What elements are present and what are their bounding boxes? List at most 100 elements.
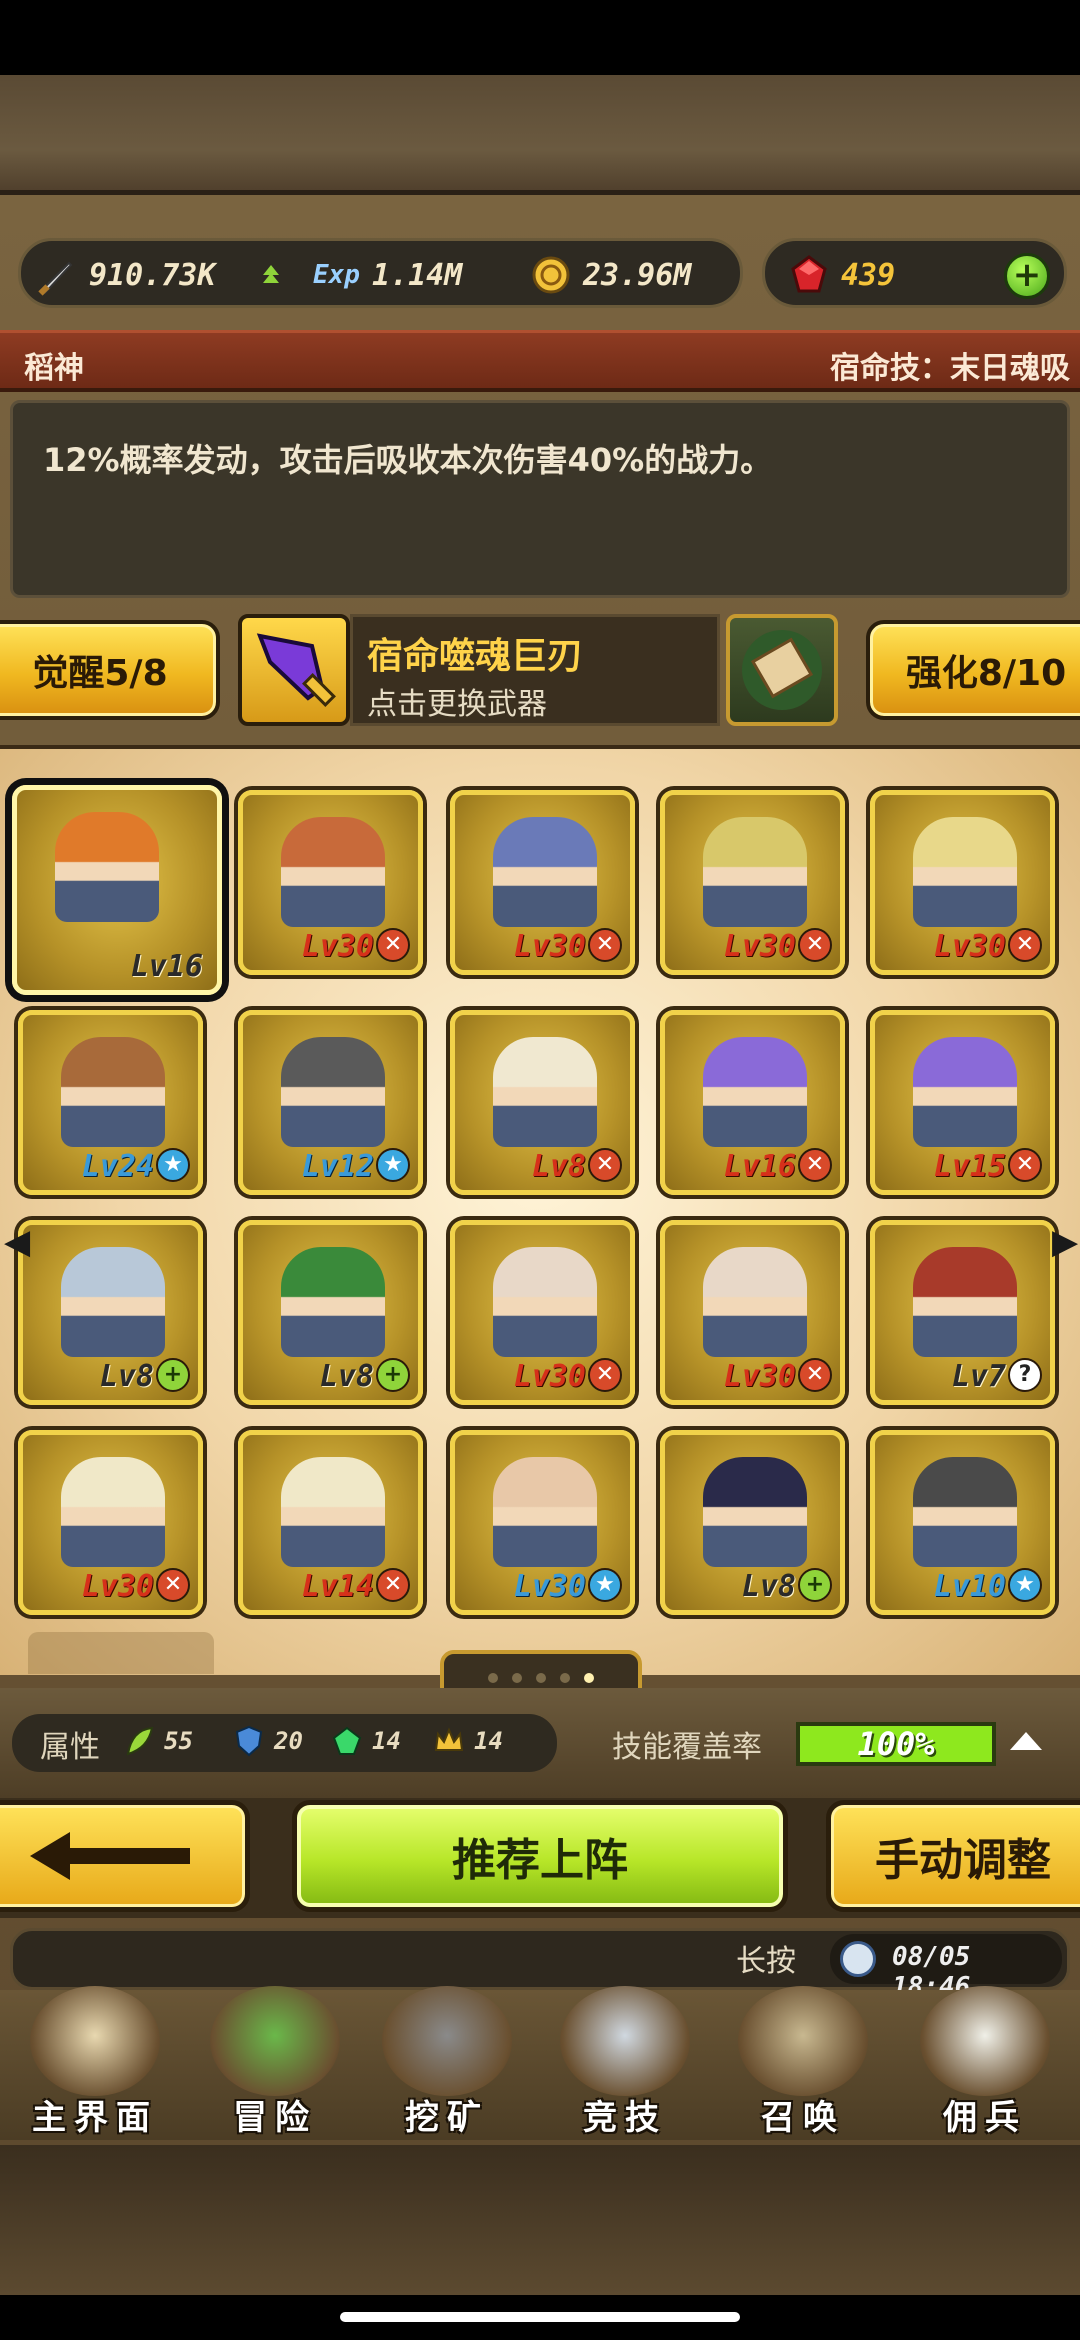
prev-page-arrow[interactable]: ◀ <box>4 1222 30 1262</box>
time-pill: 08/05 18:46 <box>830 1934 1062 2002</box>
hero-card[interactable]: Lv30 ✕ <box>660 790 845 975</box>
map-background-top <box>0 75 1080 200</box>
emerald-icon <box>332 1726 362 1755</box>
hero-card[interactable]: Lv8 + <box>18 1220 203 1405</box>
hero-card[interactable]: Lv8 ✕ <box>450 1010 635 1195</box>
skill-description-box: 12%概率发动，攻击后吸收本次伤害40%的战力。 <box>10 400 1070 598</box>
hero-portrait <box>61 1247 165 1357</box>
star-red-icon: ✕ <box>156 1568 190 1602</box>
page-dot[interactable] <box>584 1673 594 1683</box>
nav-label: 竞技 <box>583 2098 667 2138</box>
hero-card[interactable]: Lv16 ✕ <box>660 1010 845 1195</box>
hero-portrait <box>913 1037 1017 1147</box>
attr-crown-value: 14 <box>474 1727 503 1755</box>
hero-card[interactable]: Lv7? <box>870 1220 1055 1405</box>
page-dot[interactable] <box>560 1673 570 1683</box>
summon-scroll-icon <box>738 1986 868 2096</box>
hero-level: Lv24 <box>81 1149 154 1184</box>
hero-card[interactable]: Lv30 ✕ <box>450 790 635 975</box>
awaken-button[interactable]: 觉醒5/8 <box>0 620 220 720</box>
star-blue-icon: ★ <box>376 1148 410 1182</box>
oasis-island-icon <box>210 1986 340 2096</box>
map-scroll-icon <box>30 1986 160 2096</box>
hero-portrait <box>281 1037 385 1147</box>
map-background-bottom <box>0 2145 1080 2295</box>
hero-card[interactable]: Lv30 ✕ <box>18 1430 203 1615</box>
manual-adjust-button[interactable]: 手动调整 <box>826 1800 1080 1912</box>
mercenary-nav[interactable]: 佣兵 <box>900 1986 1070 2138</box>
nav-label: 挖矿 <box>405 2098 489 2138</box>
hero-portrait <box>493 1457 597 1567</box>
hero-card[interactable]: Lv16 <box>12 785 222 995</box>
hero-card[interactable]: Lv8 + <box>238 1220 423 1405</box>
shield-icon <box>235 1725 263 1757</box>
adventure-nav[interactable]: 冒险 <box>190 1986 360 2138</box>
hero-level: Lv8 <box>319 1359 374 1394</box>
plus-green-icon: + <box>156 1358 190 1392</box>
skill-description: 12%概率发动，攻击后吸收本次伤害40%的战力。 <box>43 441 773 479</box>
star-blue-icon: ★ <box>156 1148 190 1182</box>
add-gems-button[interactable]: + <box>1004 253 1050 299</box>
hero-portrait <box>281 1457 385 1567</box>
hero-portrait <box>61 1457 165 1567</box>
skill-coverage-value: 100% <box>857 1725 935 1763</box>
weapon-info-panel[interactable]: 宿命噬魂巨刃 点击更换武器 <box>350 614 720 726</box>
attack-value: 910.73K <box>89 257 216 293</box>
hero-level: Lv30 <box>301 929 374 964</box>
hero-card[interactable]: Lv30 ✕ <box>660 1220 845 1405</box>
sword-icon <box>38 261 73 296</box>
hero-card[interactable]: Lv30 ✕ <box>238 790 423 975</box>
hero-card[interactable]: Lv30 ✕ <box>450 1220 635 1405</box>
star-red-icon: ✕ <box>798 928 832 962</box>
destiny-skill-title: 宿命技：末日魂吸 <box>830 351 1070 386</box>
home-indicator[interactable] <box>340 2312 740 2322</box>
skill-coverage-label: 技能覆盖率 <box>612 1730 762 1765</box>
hero-card[interactable]: Lv15 ✕ <box>870 1010 1055 1195</box>
hero-portrait <box>281 817 385 927</box>
hero-card[interactable]: Lv10 ★ <box>870 1430 1055 1615</box>
nav-label: 召唤 <box>761 2098 845 2138</box>
back-button[interactable] <box>0 1800 250 1912</box>
next-page-arrow[interactable]: ▶ <box>1052 1222 1078 1262</box>
weapon-icon[interactable] <box>238 614 350 726</box>
nav-label: 冒险 <box>233 2098 317 2138</box>
hero-card[interactable]: Lv12 ★ <box>238 1010 423 1195</box>
attack-resource: 910.73K <box>35 253 215 297</box>
hero-card[interactable]: Lv14 ✕ <box>238 1430 423 1615</box>
hero-card[interactable]: Lv8 + <box>660 1430 845 1615</box>
hero-portrait <box>493 1247 597 1357</box>
hero-portrait <box>493 817 597 927</box>
plus-green-icon: + <box>376 1358 410 1392</box>
star-red-icon: ✕ <box>1008 928 1042 962</box>
skill-scroll-button[interactable] <box>726 614 838 726</box>
scroll-icon <box>742 630 822 710</box>
hero-card[interactable]: Lv30 ★ <box>450 1430 635 1615</box>
hero-level: Lv30 <box>933 929 1006 964</box>
main-map-nav[interactable]: 主界面 <box>10 1986 180 2138</box>
enhance-button[interactable]: 强化8/10 <box>866 620 1080 720</box>
page-dot[interactable] <box>512 1673 522 1683</box>
hero-card[interactable]: Lv30 ✕ <box>870 790 1055 975</box>
mining-nav[interactable]: 挖矿 <box>362 1986 532 2138</box>
back-arrow-icon <box>30 1832 190 1880</box>
star-red-icon: ✕ <box>588 928 622 962</box>
page-dot[interactable] <box>488 1673 498 1683</box>
expand-triangle-icon[interactable] <box>1010 1732 1042 1750</box>
star-red-icon: ✕ <box>798 1148 832 1182</box>
gem-value: 439 <box>841 257 896 293</box>
hero-card[interactable]: Lv24 ★ <box>18 1010 203 1195</box>
hero-portrait <box>913 1247 1017 1357</box>
recommend-lineup-button[interactable]: 推荐上阵 <box>292 1800 788 1912</box>
plus-green-icon: + <box>798 1568 832 1602</box>
gold-resource: 23.96M <box>529 253 691 297</box>
hero-level: Lv16 <box>723 1149 796 1184</box>
arena-nav[interactable]: 竞技 <box>540 1986 710 2138</box>
hero-level: Lv30 <box>723 1359 796 1394</box>
hero-portrait <box>703 1247 807 1357</box>
attr-agility-value: 55 <box>164 1727 193 1755</box>
hero-portrait <box>703 817 807 927</box>
page-dot[interactable] <box>536 1673 546 1683</box>
nav-label: 主界面 <box>32 2098 158 2138</box>
summon-nav[interactable]: 召唤 <box>718 1986 888 2138</box>
gold-coin-icon <box>532 256 570 294</box>
